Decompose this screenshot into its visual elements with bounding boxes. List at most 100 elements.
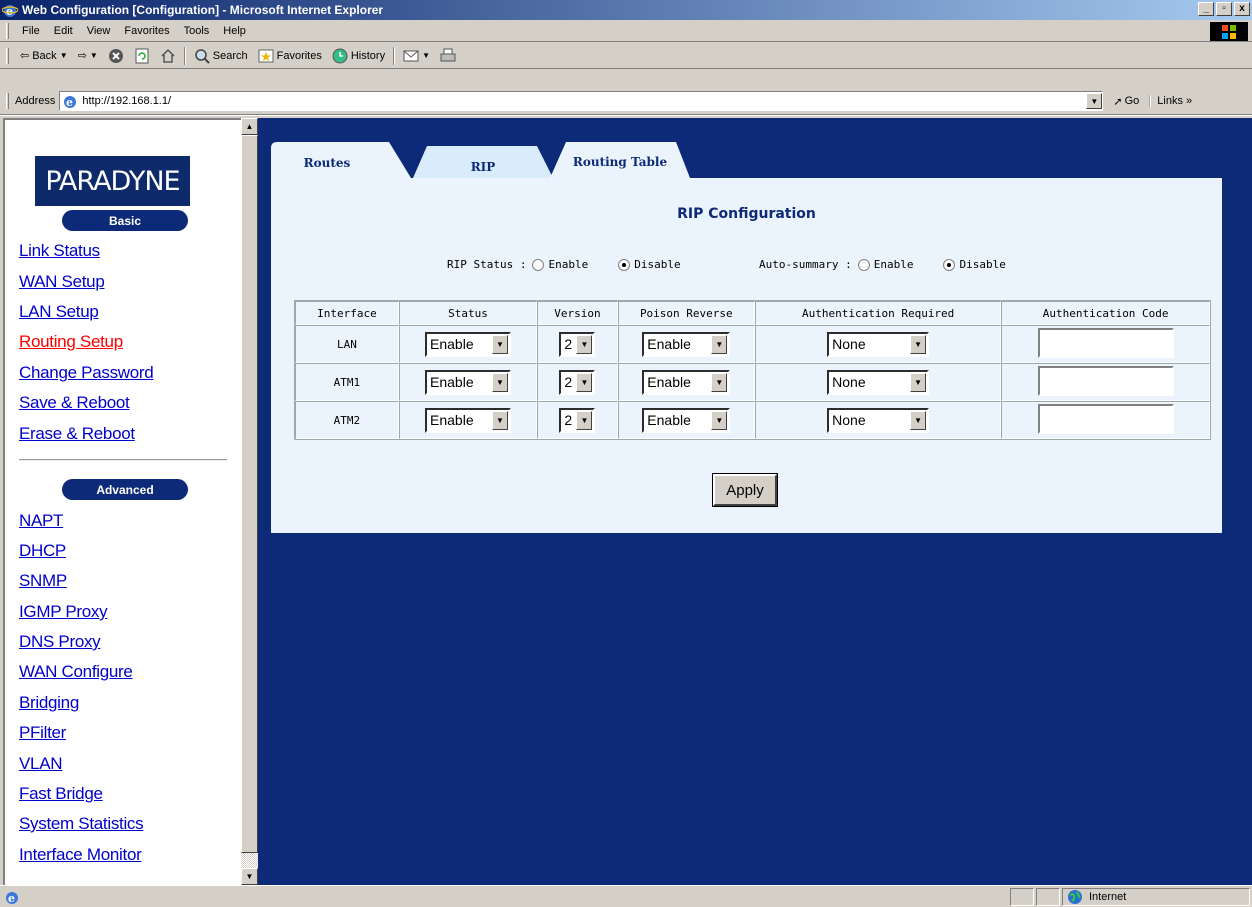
nav-fast-bridge[interactable]: Fast Bridge (19, 784, 103, 804)
nav-routing-setup[interactable]: Routing Setup (19, 332, 123, 352)
status-select[interactable]: Enable ▼ (425, 331, 512, 357)
menu-edit[interactable]: Edit (47, 25, 80, 37)
left-frame-scrollbar[interactable]: ▲ ▼ (241, 118, 258, 885)
auth-required-select[interactable]: None ▼ (827, 407, 930, 433)
menu-help[interactable]: Help (216, 25, 253, 37)
tab-routing-table[interactable]: Routing Table (550, 142, 690, 178)
table-row: ATM1 Enable ▼ 2 ▼ Enable ▼ None ▼ (295, 363, 1210, 401)
links-button[interactable]: Links » (1149, 95, 1192, 107)
nav-snmp[interactable]: SNMP (19, 571, 67, 591)
refresh-button[interactable] (129, 48, 155, 64)
version-select[interactable]: 2 ▼ (559, 369, 596, 395)
auth-required-value: None (832, 412, 866, 428)
status-bar: e Internet (0, 885, 1252, 907)
menu-file[interactable]: File (15, 25, 47, 37)
home-button[interactable] (155, 48, 181, 64)
chevron-down-icon: ▼ (711, 372, 728, 392)
nav-bridging[interactable]: Bridging (19, 693, 79, 713)
nav-save-reboot[interactable]: Save & Reboot (19, 393, 130, 413)
nav-interface-monitor[interactable]: Interface Monitor (19, 845, 142, 865)
content-frame: Routes RIP Routing Table RIP Configurati… (258, 118, 1252, 885)
home-icon (161, 48, 175, 63)
back-button[interactable]: ⇦ Back ▼ (15, 49, 73, 63)
menu-tools[interactable]: Tools (177, 25, 217, 37)
address-dropdown-button[interactable]: ▼ (1086, 93, 1103, 109)
nav-wan-configure[interactable]: WAN Configure (19, 662, 133, 682)
history-label: History (350, 49, 386, 62)
poison-reverse-select[interactable]: Enable ▼ (642, 407, 731, 433)
nav-dhcp[interactable]: DHCP (19, 541, 66, 561)
nav-lan-setup[interactable]: LAN Setup (19, 302, 99, 322)
toolbar-grip (6, 47, 9, 64)
nav-link-status[interactable]: Link Status (19, 241, 100, 261)
chevron-down-icon: ▼ (711, 334, 728, 354)
mail-button[interactable]: ▼ (398, 48, 435, 64)
menu-bar: File Edit View Favorites Tools Help (0, 20, 1252, 42)
logo-text: PARADYNE (45, 165, 180, 197)
rip-status-enable-radio[interactable] (532, 258, 545, 271)
address-label: Address (15, 95, 56, 107)
chevron-down-icon: ▼ (711, 410, 728, 430)
apply-button[interactable]: Apply (712, 473, 778, 507)
minimize-button[interactable]: _ (1198, 2, 1214, 16)
auth-required-select[interactable]: None ▼ (827, 331, 930, 357)
col-status: Status (398, 301, 538, 325)
print-icon (440, 48, 456, 61)
back-label: Back (32, 49, 57, 62)
poison-reverse-select[interactable]: Enable ▼ (642, 331, 731, 357)
autosum-disable-radio[interactable] (943, 258, 956, 271)
tab-rip[interactable]: RIP (413, 146, 553, 182)
left-nav-frame: PARADYNE Basic Link Status WAN Setup LAN… (3, 118, 241, 885)
chevron-down-icon: ▼ (576, 334, 593, 354)
nav-system-statistics[interactable]: System Statistics (19, 814, 144, 834)
go-button[interactable]: ➚ Go (1113, 95, 1139, 108)
chevron-down-icon: ▼ (576, 410, 593, 430)
auth-required-select[interactable]: None ▼ (827, 369, 930, 395)
col-interface: Interface (295, 301, 399, 325)
col-poison-reverse: Poison Reverse (617, 301, 755, 325)
nav-dns-proxy[interactable]: DNS Proxy (19, 632, 101, 652)
title-bar: e Web Configuration [Configuration] - Mi… (0, 0, 1252, 20)
nav-wan-setup[interactable]: WAN Setup (19, 272, 105, 292)
nav-vlan[interactable]: VLAN (19, 754, 63, 774)
menu-view[interactable]: View (80, 25, 118, 37)
close-button[interactable]: x (1234, 2, 1250, 16)
rip-interface-table: Interface Status Version Poison Reverse … (294, 300, 1211, 440)
favorites-button[interactable]: Favorites (253, 48, 327, 64)
status-text-area (18, 888, 1008, 906)
auth-code-input[interactable] (1037, 327, 1174, 358)
maximize-button[interactable]: ▫ (1216, 2, 1232, 16)
menu-favorites[interactable]: Favorites (117, 25, 176, 37)
stop-icon (108, 48, 123, 63)
stop-button[interactable] (103, 48, 129, 64)
rip-status-disable-radio[interactable] (618, 258, 631, 271)
print-button[interactable] (435, 48, 461, 64)
nav-erase-reboot[interactable]: Erase & Reboot (19, 424, 135, 444)
rip-status-group: RIP Status : Enable Disable (447, 258, 681, 271)
auth-code-input[interactable] (1037, 365, 1174, 396)
windows-logo-icon (1210, 22, 1248, 41)
address-input[interactable]: e http://192.168.1.1/ ▼ (59, 91, 1104, 111)
search-button[interactable]: Search (189, 48, 253, 64)
zone-label: Internet (1089, 891, 1127, 903)
nav-pfilter[interactable]: PFilter (19, 723, 66, 743)
history-button[interactable]: History (327, 48, 390, 64)
status-select[interactable]: Enable ▼ (425, 407, 512, 433)
forward-button[interactable]: ⇨ ▼ (73, 49, 103, 62)
scroll-up-button[interactable]: ▲ (241, 118, 258, 135)
auth-code-input[interactable] (1037, 403, 1174, 434)
status-select[interactable]: Enable ▼ (425, 369, 512, 395)
auth-required-value: None (832, 336, 866, 352)
version-select[interactable]: 2 ▼ (559, 331, 596, 357)
version-select[interactable]: 2 ▼ (559, 407, 596, 433)
rip-status-enable-label: Enable (548, 258, 589, 271)
nav-napt[interactable]: NAPT (19, 511, 63, 531)
nav-igmp-proxy[interactable]: IGMP Proxy (19, 602, 108, 622)
scroll-thumb[interactable] (241, 135, 258, 853)
autosum-enable-radio[interactable] (857, 258, 870, 271)
autosum-group: Auto-summary : Enable Disable (759, 258, 1006, 271)
tab-routes[interactable]: Routes (271, 142, 411, 178)
nav-change-password[interactable]: Change Password (19, 363, 154, 383)
poison-reverse-select[interactable]: Enable ▼ (642, 369, 731, 395)
scroll-down-button[interactable]: ▼ (241, 868, 258, 885)
